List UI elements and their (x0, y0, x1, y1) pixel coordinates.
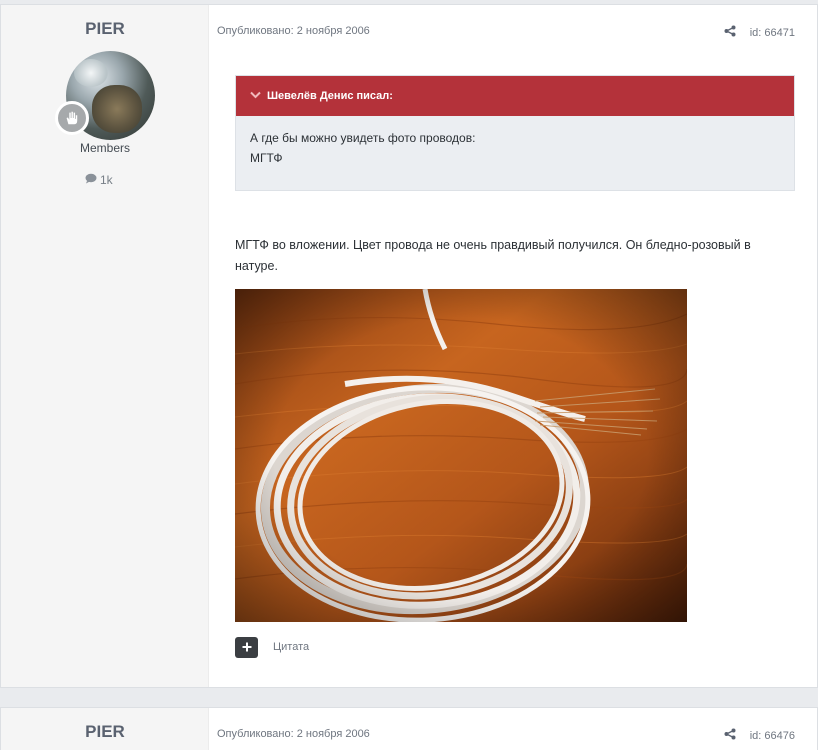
post-body-text: МГТФ во вложении. Цвет провода не очень … (235, 238, 751, 273)
author-name[interactable]: PIER (1, 722, 209, 742)
author-name[interactable]: PIER (1, 19, 209, 39)
quote-block: Шевелёв Денис писал: А где бы можно увид… (235, 75, 795, 191)
plus-icon (242, 639, 252, 657)
chevron-down-icon (250, 90, 261, 102)
quote-line: МГТФ (250, 151, 283, 165)
multiquote-add-button[interactable] (235, 637, 258, 658)
quote-button[interactable]: Цитата (273, 641, 309, 653)
share-icon[interactable] (724, 728, 736, 743)
quote-author: Шевелёв Денис писал: (267, 90, 393, 102)
post-date[interactable]: Опубликовано: 2 ноября 2006 (217, 728, 370, 740)
quote-body: А где бы можно увидеть фото проводов: МГ… (236, 116, 794, 180)
post-actions: id: 66476 (724, 728, 795, 743)
hand-rank-icon (55, 101, 89, 135)
forum-post: PIER Опубликовано: 2 ноября 2006 id: 664… (0, 707, 818, 750)
author-panel: PIER Members 1k (1, 5, 209, 687)
post-id[interactable]: id: 66471 (750, 27, 795, 39)
comment-icon (85, 173, 97, 187)
post-count[interactable]: 1k (85, 173, 113, 187)
share-icon[interactable] (724, 25, 736, 40)
member-group: Members (79, 141, 130, 155)
forum-post: PIER Members 1k Опубликовано: 2 ноября 2… (0, 4, 818, 688)
post-date[interactable]: Опубликовано: 2 ноября 2006 (217, 25, 370, 37)
quote-header[interactable]: Шевелёв Денис писал: (236, 76, 794, 116)
author-panel: PIER (1, 708, 209, 750)
attachment-image[interactable] (235, 289, 687, 622)
quote-line: А где бы можно увидеть фото проводов: (250, 131, 476, 145)
post-count-value: 1k (100, 173, 113, 187)
post-actions: id: 66471 (724, 25, 795, 40)
post-id[interactable]: id: 66476 (750, 730, 795, 742)
